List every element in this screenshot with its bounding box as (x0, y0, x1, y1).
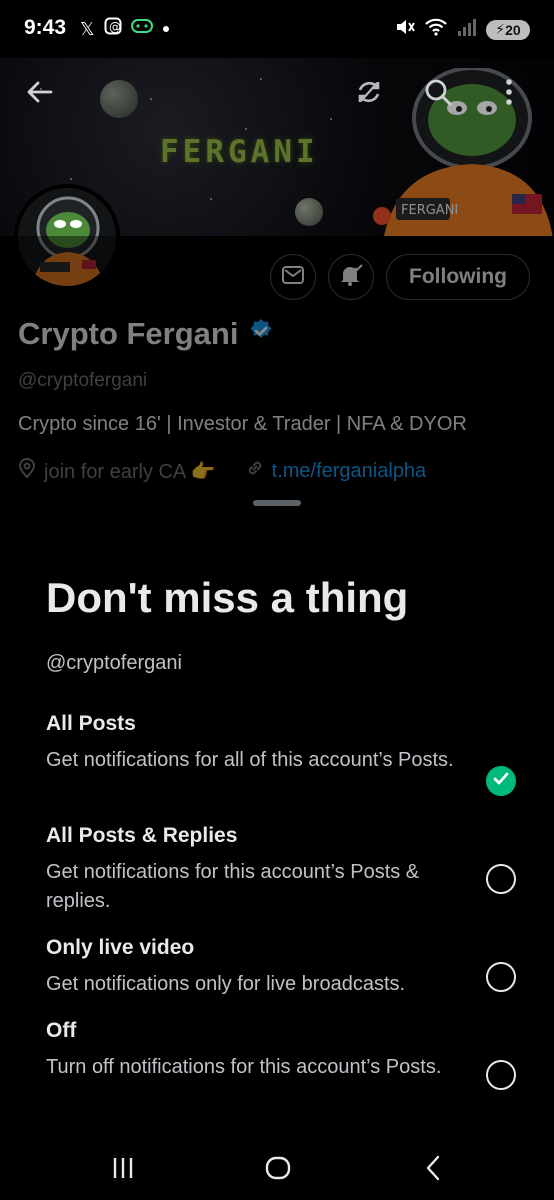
system-navigation-bar (0, 1140, 554, 1200)
search-icon (423, 77, 453, 112)
radio-selected[interactable] (486, 766, 516, 796)
home-icon (265, 1155, 291, 1186)
option-all-posts-replies[interactable]: All Posts & Replies Get notifications fo… (46, 824, 516, 916)
link-icon (246, 459, 264, 483)
sheet-drag-handle[interactable] (253, 500, 301, 506)
radio-unselected[interactable] (486, 962, 516, 992)
following-button[interactable]: Following (386, 254, 530, 300)
profile-handle: @cryptofergani (18, 370, 148, 391)
location-pin-icon (18, 458, 36, 484)
search-button[interactable] (416, 72, 460, 116)
profile-name: Crypto Fergani (18, 316, 239, 351)
option-description: Get notifications for this account’s Pos… (46, 861, 420, 912)
verified-badge-icon (248, 316, 274, 352)
notification-settings-sheet: Don't miss a thing @cryptofergani All Po… (0, 488, 554, 1140)
sync-icon (354, 77, 384, 112)
option-only-live-video[interactable]: Only live video Get notifications only f… (46, 936, 516, 999)
status-bar: 9:43 𝕏 @ ⚡ 20 (0, 0, 554, 58)
notifications-button[interactable] (328, 254, 375, 300)
sync-button[interactable] (347, 72, 391, 116)
message-button[interactable] (270, 254, 317, 300)
home-button[interactable] (253, 1150, 303, 1190)
option-description: Get notifications only for live broadcas… (46, 973, 406, 995)
profile-actions: Following (270, 254, 530, 300)
gamepad-icon (130, 18, 153, 39)
radio-unselected[interactable] (486, 1060, 516, 1090)
option-title: Off (46, 1019, 77, 1042)
threads-icon: @ (104, 17, 122, 40)
profile-bio: Crypto since 16' | Investor & Trader | N… (18, 413, 467, 435)
recent-apps-button[interactable] (98, 1150, 148, 1190)
option-title: All Posts (46, 712, 136, 735)
bell-checked-icon (338, 262, 364, 293)
status-notification-icons: 𝕏 @ (80, 17, 170, 40)
profile-meta: join for early CA 👉 t.me/ferganialpha (18, 458, 426, 484)
sheet-title: Don't miss a thing (46, 574, 409, 621)
option-title: Only live video (46, 936, 195, 959)
more-options-button[interactable] (487, 72, 531, 116)
system-back-button[interactable] (408, 1150, 458, 1190)
dot-icon (162, 20, 170, 38)
status-system-icons: ⚡ 20 (394, 17, 530, 42)
message-icon (281, 265, 305, 290)
profile-location: join for early CA 👉 (44, 460, 216, 483)
battery-indicator: ⚡ 20 (486, 19, 530, 40)
wifi-icon (424, 17, 448, 42)
radio-unselected[interactable] (486, 864, 516, 894)
mute-icon (394, 17, 416, 42)
back-arrow-icon (25, 77, 55, 112)
signal-icon (456, 17, 478, 42)
option-all-posts[interactable]: All Posts Get notifications for all of t… (46, 712, 516, 796)
more-vertical-icon (504, 78, 514, 111)
status-time: 9:43 (24, 16, 67, 39)
option-description: Turn off notifications for this account’… (46, 1056, 442, 1078)
battery-level: 20 (505, 21, 521, 38)
checkmark-icon (493, 772, 509, 791)
sheet-subtitle: @cryptofergani (46, 652, 182, 674)
svg-text:@: @ (109, 20, 121, 34)
x-logo-icon: 𝕏 (80, 18, 95, 39)
profile-link[interactable]: t.me/ferganialpha (272, 460, 427, 483)
recent-apps-icon (110, 1156, 136, 1185)
profile-name-row: Crypto Fergani (18, 316, 274, 352)
back-icon (423, 1155, 443, 1186)
avatar[interactable] (14, 184, 120, 290)
option-off[interactable]: Off Turn off notifications for this acco… (46, 1019, 516, 1090)
option-description: Get notifications for all of this accoun… (46, 749, 454, 771)
back-button[interactable] (18, 72, 62, 116)
option-title: All Posts & Replies (46, 824, 238, 847)
